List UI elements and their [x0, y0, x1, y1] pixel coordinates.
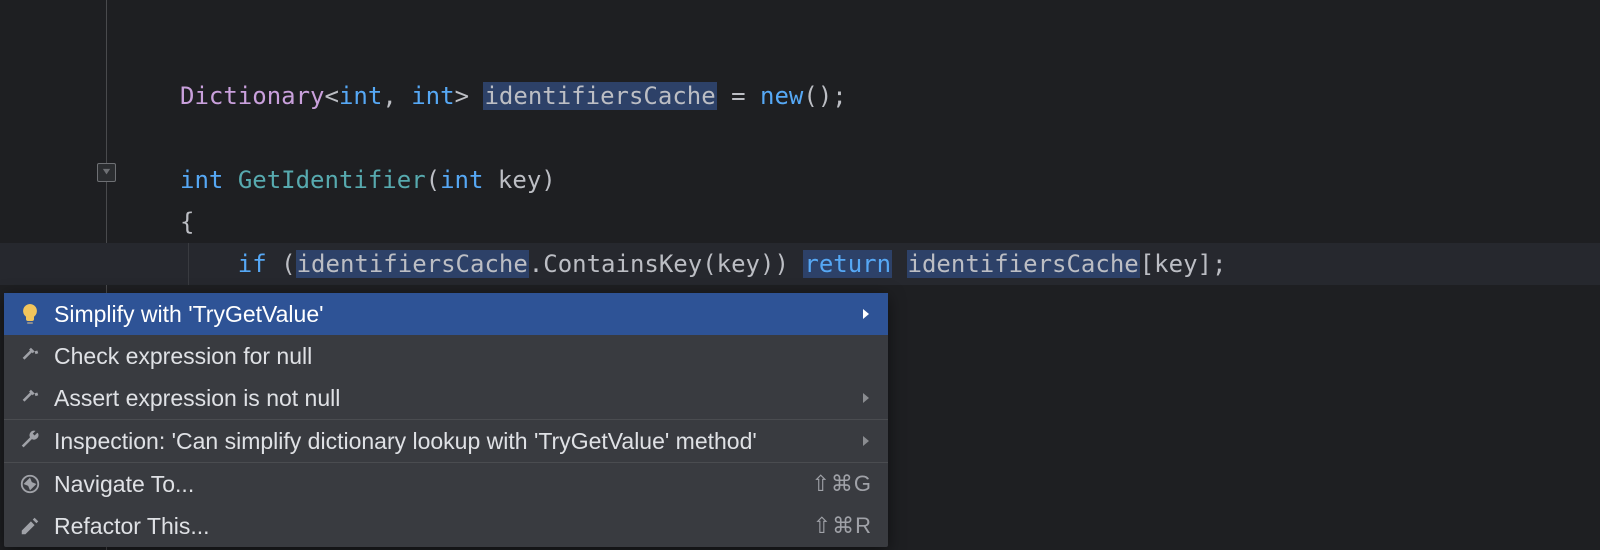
identifier-highlighted: identifiersCache: [296, 250, 529, 278]
brace: {: [180, 208, 194, 236]
menu-label: Inspection: 'Can simplify dictionary loo…: [54, 428, 848, 455]
keyboard-shortcut: ⇧⌘G: [811, 471, 872, 497]
parens: ();: [803, 82, 846, 110]
code-line-if-statement[interactable]: if (identifiersCache.ContainsKey(key)) r…: [0, 243, 1600, 285]
code-line-method-signature[interactable]: int GetIdentifier(int key): [0, 159, 1600, 201]
menu-label: Check expression for null: [54, 343, 872, 370]
code-line-declaration[interactable]: Dictionary<int, int> identifiersCache = …: [0, 75, 1600, 117]
indent-guide: [188, 243, 189, 285]
identifier-highlighted: identifiersCache: [483, 82, 716, 110]
keyword-if: if: [238, 250, 267, 278]
parameter: key: [498, 166, 541, 194]
menu-label: Refactor This...: [54, 513, 813, 540]
angle-bracket: <: [325, 82, 339, 110]
code-editor[interactable]: Dictionary<int, int> identifiersCache = …: [0, 0, 1600, 285]
method-name: GetIdentifier: [238, 166, 426, 194]
bulb-icon: [16, 300, 44, 328]
keyword-int: int: [339, 82, 382, 110]
quick-fix-menu: Simplify with 'TryGetValue' Check expres…: [4, 293, 888, 547]
chevron-right-icon: [860, 435, 872, 447]
menu-item-navigate-to[interactable]: Navigate To... ⇧⌘G: [4, 463, 888, 505]
menu-item-check-null[interactable]: Check expression for null: [4, 335, 888, 377]
index-key: key: [1154, 250, 1197, 278]
equals: =: [717, 82, 760, 110]
pencil-icon: [16, 512, 44, 540]
menu-item-inspection[interactable]: Inspection: 'Can simplify dictionary loo…: [4, 420, 888, 462]
keyword-int: int: [180, 166, 223, 194]
chevron-right-icon: [860, 308, 872, 320]
method-call: ContainsKey: [543, 250, 702, 278]
compass-icon: [16, 470, 44, 498]
keyword-int: int: [440, 166, 483, 194]
hammer-icon: [16, 342, 44, 370]
keyword-return: return: [803, 250, 892, 278]
hammer-icon: [16, 384, 44, 412]
wrench-icon: [16, 427, 44, 455]
menu-item-simplify-trygetvalue[interactable]: Simplify with 'TryGetValue': [4, 293, 888, 335]
menu-label: Assert expression is not null: [54, 385, 848, 412]
menu-label: Navigate To...: [54, 471, 811, 498]
menu-label: Simplify with 'TryGetValue': [54, 301, 848, 328]
keyword-int: int: [411, 82, 454, 110]
angle-bracket: >: [455, 82, 484, 110]
menu-item-refactor-this[interactable]: Refactor This... ⇧⌘R: [4, 505, 888, 547]
comma: ,: [382, 82, 411, 110]
menu-item-assert-not-null[interactable]: Assert expression is not null: [4, 377, 888, 419]
code-line-brace[interactable]: {: [0, 201, 1600, 243]
type-token: Dictionary: [180, 82, 325, 110]
argument: key: [717, 250, 760, 278]
chevron-right-icon: [860, 392, 872, 404]
code-line-empty[interactable]: [0, 117, 1600, 159]
identifier-highlighted: identifiersCache: [907, 250, 1140, 278]
keyword-new: new: [760, 82, 803, 110]
keyboard-shortcut: ⇧⌘R: [813, 513, 872, 539]
